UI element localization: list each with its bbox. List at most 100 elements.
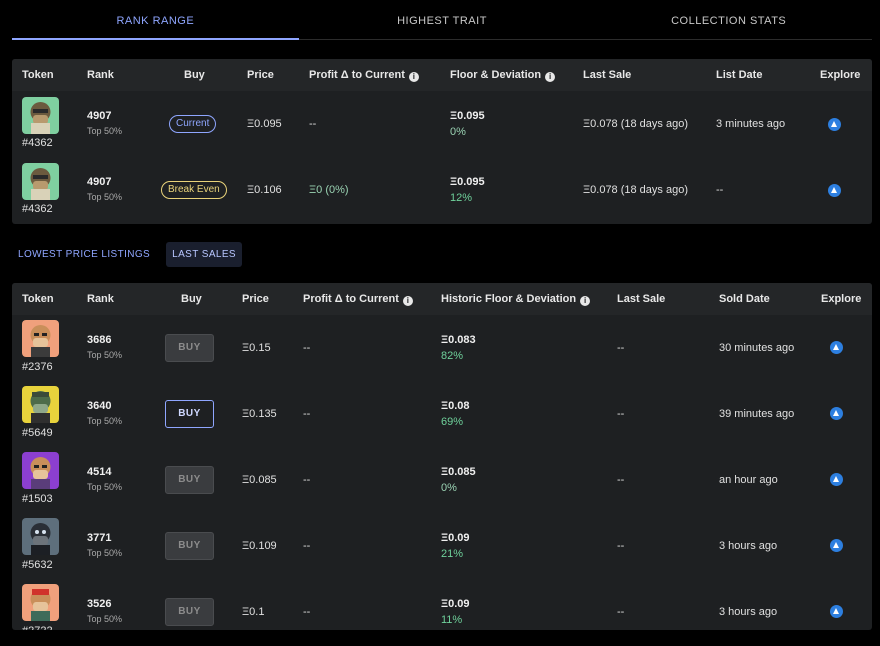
header-explore: Explore xyxy=(821,293,862,305)
header-sold-date: Sold Date xyxy=(719,293,770,305)
table-row: #5632 3771 Top 50% BUY Ξ0.109 -- Ξ0.09 21%… xyxy=(12,513,872,579)
break-even-badge: Break Even xyxy=(161,181,227,199)
header-buy: Buy xyxy=(184,69,205,81)
tab-highest-trait[interactable]: HIGHEST TRAIT xyxy=(299,0,586,39)
header-explore: Explore xyxy=(820,69,861,81)
table-row: #1503 4514 Top 50% BUY Ξ0.085 -- Ξ0.085 0%… xyxy=(12,447,872,513)
floor-value: Ξ0.085 xyxy=(441,466,476,478)
deviation-value: 0% xyxy=(450,126,466,138)
floor-cell: Ξ0.09 21% xyxy=(441,532,470,560)
rank-tier: Top 50% xyxy=(87,416,123,426)
opensea-icon[interactable] xyxy=(828,118,841,131)
rank-value: 3771 xyxy=(87,532,112,544)
token-id[interactable]: #2722 xyxy=(22,625,53,630)
floor-cell: Ξ0.095 12% xyxy=(450,176,485,204)
floor-value: Ξ0.095 xyxy=(450,176,485,188)
header-token: Token xyxy=(22,69,54,81)
table-header: Token Rank Buy Price Profit Δ to Current… xyxy=(12,283,872,315)
opensea-icon[interactable] xyxy=(828,184,841,197)
last-sales-table: Token Rank Buy Price Profit Δ to Current… xyxy=(12,283,872,630)
price-cell: Ξ0.1 xyxy=(242,606,265,618)
floor-value: Ξ0.09 xyxy=(441,598,470,610)
price-cell: Ξ0.109 xyxy=(242,540,277,552)
ape-avatar[interactable] xyxy=(22,386,59,423)
last-sale-cell: -- xyxy=(617,342,625,354)
rank-cell: 3771 Top 50% xyxy=(87,532,122,558)
buy-button[interactable]: BUY xyxy=(165,400,214,428)
opensea-icon[interactable] xyxy=(830,539,843,552)
profit-cell: -- xyxy=(303,474,311,486)
last-sale-cell: Ξ0.078 (18 days ago) xyxy=(583,184,688,196)
rank-cell: 3526 Top 50% xyxy=(87,598,122,624)
header-profit-label: Profit Δ to Current xyxy=(303,293,399,305)
sold-date-cell: 39 minutes ago xyxy=(719,408,795,420)
last-sale-cell: -- xyxy=(617,474,625,486)
buy-button[interactable]: BUY xyxy=(165,334,214,362)
ape-avatar[interactable] xyxy=(22,452,59,489)
info-icon[interactable]: i xyxy=(402,296,413,306)
sold-date-cell: an hour ago xyxy=(719,474,778,486)
last-sale-cell: -- xyxy=(617,540,625,552)
floor-value: Ξ0.08 xyxy=(441,400,470,412)
token-id[interactable]: #4362 xyxy=(22,137,53,149)
tab-last-sales[interactable]: LAST SALES xyxy=(166,242,242,267)
current-badge: Current xyxy=(169,115,217,133)
token-id[interactable]: #5649 xyxy=(22,427,53,439)
opensea-icon[interactable] xyxy=(830,473,843,486)
floor-cell: Ξ0.095 0% xyxy=(450,110,485,138)
opensea-icon[interactable] xyxy=(830,407,843,420)
deviation-value: 11% xyxy=(441,614,463,626)
token-id[interactable]: #2376 xyxy=(22,361,53,373)
info-icon[interactable]: i xyxy=(545,72,556,82)
rank-cell: 4907 Top 50% xyxy=(87,176,122,202)
buy-button[interactable]: BUY xyxy=(165,598,214,626)
ape-avatar[interactable] xyxy=(22,97,59,134)
deviation-value: 0% xyxy=(441,482,457,494)
list-date-cell: 3 minutes ago xyxy=(716,118,786,130)
token-id[interactable]: #1503 xyxy=(22,493,53,505)
header-token: Token xyxy=(22,293,54,305)
tab-lowest-price-listings[interactable]: LOWEST PRICE LISTINGS xyxy=(12,242,156,267)
buy-button[interactable]: BUY xyxy=(165,532,214,560)
table-row: #2722 3526 Top 50% BUY Ξ0.1 -- Ξ0.09 11% -… xyxy=(12,579,872,630)
floor-value: Ξ0.083 xyxy=(441,334,476,346)
rank-tier: Top 50% xyxy=(87,126,123,136)
ape-avatar[interactable] xyxy=(22,584,59,621)
deviation-value: 69% xyxy=(441,416,464,428)
info-icon[interactable]: i xyxy=(408,72,419,82)
rank-value: 3640 xyxy=(87,400,112,412)
floor-value: Ξ0.09 xyxy=(441,532,470,544)
table-row: #2376 3686 Top 50% BUY Ξ0.15 -- Ξ0.083 82%… xyxy=(12,315,872,381)
info-icon[interactable]: i xyxy=(580,296,591,306)
tab-bar: RANK RANGE HIGHEST TRAIT COLLECTION STAT… xyxy=(12,0,872,40)
price-cell: Ξ0.085 xyxy=(242,474,277,486)
listings-table: Token Rank Buy Price Profit Δ to Current… xyxy=(12,59,872,224)
opensea-icon[interactable] xyxy=(830,605,843,618)
profit-cell: -- xyxy=(303,540,311,552)
header-profit: Profit Δ to Current i xyxy=(309,69,419,82)
header-floor: Floor & Deviation i xyxy=(450,69,556,82)
header-list-date: List Date xyxy=(716,69,763,81)
deviation-value: 12% xyxy=(450,192,473,204)
token-id[interactable]: #4362 xyxy=(22,203,53,215)
tab-collection-stats[interactable]: COLLECTION STATS xyxy=(585,0,872,39)
last-sale-cell: -- xyxy=(617,606,625,618)
ape-avatar[interactable] xyxy=(22,518,59,555)
header-floor: Historic Floor & Deviation i xyxy=(441,293,591,306)
tab-rank-range[interactable]: RANK RANGE xyxy=(12,0,299,40)
deviation-value: 82% xyxy=(441,350,464,362)
rank-cell: 3686 Top 50% xyxy=(87,334,122,360)
ape-avatar[interactable] xyxy=(22,163,59,200)
header-last-sale: Last Sale xyxy=(617,293,666,305)
ape-avatar[interactable] xyxy=(22,320,59,357)
sold-date-cell: 3 hours ago xyxy=(719,606,778,618)
buy-button[interactable]: BUY xyxy=(165,466,214,494)
rank-cell: 3640 Top 50% xyxy=(87,400,122,426)
floor-cell: Ξ0.085 0% xyxy=(441,466,476,494)
header-price: Price xyxy=(242,293,269,305)
opensea-icon[interactable] xyxy=(830,341,843,354)
header-rank: Rank xyxy=(87,293,114,305)
header-profit-label: Profit Δ to Current xyxy=(309,69,405,81)
token-id[interactable]: #5632 xyxy=(22,559,53,571)
rank-tier: Top 50% xyxy=(87,614,123,624)
